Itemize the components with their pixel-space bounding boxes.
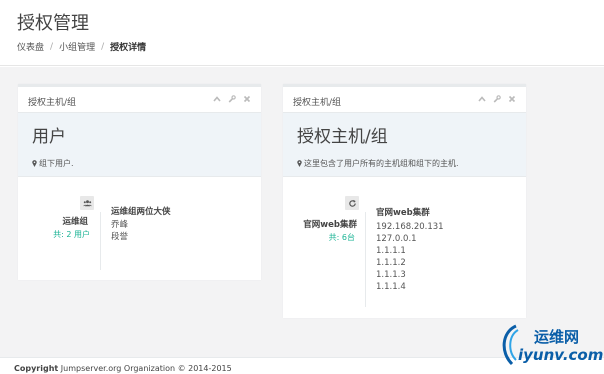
group-name: 官网web集群 xyxy=(303,220,357,230)
watermark-url: iyunv.com xyxy=(518,346,604,364)
map-marker-icon xyxy=(297,160,302,167)
page-header: 授权管理 仪表盘 / 小组管理 / 授权详情 xyxy=(0,0,604,66)
panel-header: 授权主机/组 xyxy=(283,87,526,113)
list-item: 1.1.1.1 xyxy=(376,246,406,256)
panel-hero: 用户 组下用户. xyxy=(18,113,261,177)
breadcrumb-current: 授权详情 xyxy=(110,43,147,53)
breadcrumb-dashboard[interactable]: 仪表盘 xyxy=(17,40,44,53)
chevron-up-icon[interactable] xyxy=(213,95,221,106)
list-item: 127.0.0.1 xyxy=(376,234,417,244)
hero-description-text: 组下用户. xyxy=(39,159,74,168)
wrench-icon[interactable] xyxy=(493,95,501,106)
breadcrumb-group-management[interactable]: 小组管理 xyxy=(59,40,95,53)
panel-tools xyxy=(478,95,516,106)
breadcrumb-separator: / xyxy=(50,41,54,52)
list-item: 1.1.1.4 xyxy=(376,282,406,292)
hero-description: 这里包含了用户所有的主机组和组下的主机. xyxy=(297,158,459,169)
main-content: 授权主机/组 用户 组下用户. 运维组 共: 2 用户 运维组两位大侠 乔峰 段… xyxy=(0,67,604,357)
hero-title: 授权主机/组 xyxy=(297,127,388,147)
vertical-divider xyxy=(365,212,366,307)
wrench-icon[interactable] xyxy=(228,95,236,106)
watermark-logo: 运维网 iyunv.com xyxy=(496,322,604,370)
watermark-brand: 运维网 xyxy=(534,328,580,346)
users-panel: 授权主机/组 用户 组下用户. 运维组 共: 2 用户 运维组两位大侠 乔峰 段… xyxy=(18,84,261,280)
list-title: 官网web集群 xyxy=(376,208,430,218)
panel-tools xyxy=(213,95,251,106)
copyright-text: Jumpserver.org Organization © 2014-2015 xyxy=(60,364,232,373)
breadcrumb: 仪表盘 / 小组管理 / 授权详情 xyxy=(17,40,147,54)
hero-title: 用户 xyxy=(32,127,66,147)
host-list: 192.168.20.131 127.0.0.1 1.1.1.1 1.1.1.2… xyxy=(376,221,444,293)
close-icon[interactable] xyxy=(508,95,516,106)
list-item: 1.1.1.3 xyxy=(376,270,406,280)
list-item: 192.168.20.131 xyxy=(376,222,444,232)
copyright: Copyright Jumpserver.org Organization © … xyxy=(14,364,232,373)
hero-description: 组下用户. xyxy=(32,158,74,169)
close-icon[interactable] xyxy=(243,95,251,106)
list-item: 乔峰 xyxy=(111,220,129,230)
chevron-up-icon[interactable] xyxy=(478,95,486,106)
list-title: 运维组两位大侠 xyxy=(111,207,171,217)
users-icon xyxy=(80,196,94,210)
panel-title: 授权主机/组 xyxy=(293,98,342,108)
group-name: 运维组 xyxy=(62,217,88,227)
page-title: 授权管理 xyxy=(17,13,89,34)
refresh-icon xyxy=(345,196,359,210)
group-count: 共: 6台 xyxy=(328,233,355,242)
list-item: 段誉 xyxy=(111,232,129,242)
group-count: 共: 2 用户 xyxy=(53,230,90,239)
panel-header: 授权主机/组 xyxy=(18,87,261,113)
panel-hero: 授权主机/组 这里包含了用户所有的主机组和组下的主机. xyxy=(283,113,526,177)
map-marker-icon xyxy=(32,160,37,167)
vertical-divider xyxy=(100,212,101,270)
hosts-panel: 授权主机/组 授权主机/组 这里包含了用户所有的主机组和组下的主机. 官网web… xyxy=(283,84,526,318)
list-item: 1.1.1.2 xyxy=(376,258,406,268)
copyright-label: Copyright xyxy=(14,364,59,373)
hero-description-text: 这里包含了用户所有的主机组和组下的主机. xyxy=(304,159,459,168)
breadcrumb-separator: / xyxy=(101,41,105,52)
panel-title: 授权主机/组 xyxy=(28,98,77,108)
user-list: 乔峰 段誉 xyxy=(111,219,128,243)
